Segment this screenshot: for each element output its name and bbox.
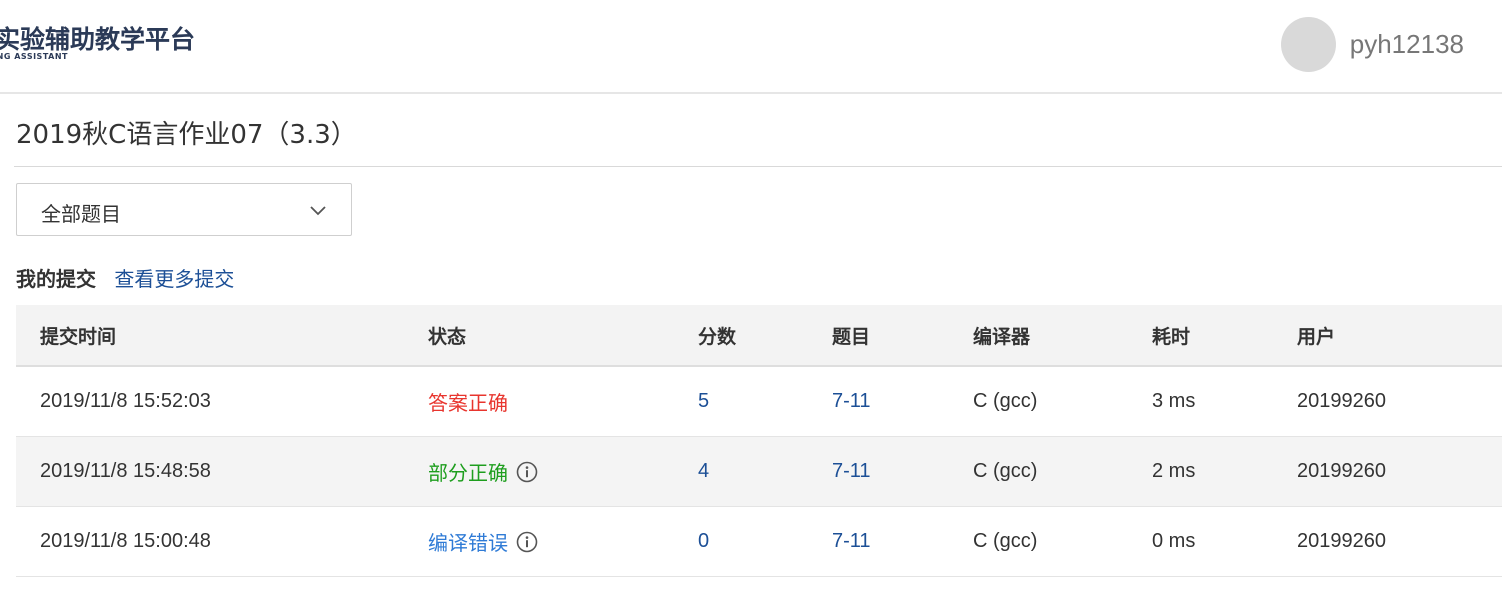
status-text[interactable]: 答案正确 <box>428 387 508 416</box>
col-header-duration: 耗时 <box>1152 325 1191 348</box>
col-header-problem: 题目 <box>832 325 871 348</box>
submission-score-link[interactable]: 0 <box>698 507 709 576</box>
table-row: 2019/11/8 15:52:03 答案正确 5 7-11 C (gcc) 3… <box>16 367 1502 437</box>
submission-time: 2019/11/8 15:00:48 <box>40 530 211 552</box>
table-row: 2019/11/8 15:48:58 部分正确 4 7-11 C (gcc) 2… <box>16 437 1502 507</box>
submissions-heading: 我的提交 查看更多提交 <box>16 263 234 292</box>
chevron-down-icon <box>310 206 326 216</box>
my-submissions-label: 我的提交 <box>16 267 96 291</box>
submissions-table: 提交时间 状态 分数 题目 编译器 耗时 用户 2019/11/8 15:52:… <box>16 305 1502 577</box>
submission-score-link[interactable]: 5 <box>698 367 709 436</box>
col-header-status: 状态 <box>428 325 467 348</box>
problem-filter-value: 全部题目 <box>41 202 121 226</box>
user-id: 20199260 <box>1297 390 1386 412</box>
top-bar: 类实验辅助教学平台 HING ASSISTANT pyh12138 <box>0 0 1502 94</box>
duration: 2 ms <box>1152 460 1196 482</box>
user-id: 20199260 <box>1297 460 1386 482</box>
user-id: 20199260 <box>1297 530 1386 552</box>
problem-link[interactable]: 7-11 <box>832 367 871 436</box>
submission-time: 2019/11/8 15:48:58 <box>40 460 211 482</box>
page-title: 2019秋C语言作业07（3.3） <box>16 120 357 150</box>
submission-time: 2019/11/8 15:52:03 <box>40 390 211 412</box>
submission-status[interactable]: 部分正确 <box>428 437 538 506</box>
col-header-score: 分数 <box>698 325 737 348</box>
duration: 3 ms <box>1152 390 1196 412</box>
table-row: 2019/11/8 15:00:48 编译错误 0 7-11 C (gcc) 0… <box>16 507 1502 577</box>
platform-logo[interactable]: 类实验辅助教学平台 HING ASSISTANT <box>0 18 220 68</box>
col-header-compiler: 编译器 <box>973 325 1031 348</box>
username[interactable]: pyh12138 <box>1350 29 1464 60</box>
submission-status[interactable]: 答案正确 <box>428 367 508 436</box>
problem-link[interactable]: 7-11 <box>832 437 871 506</box>
compiler: C (gcc) <box>973 530 1038 552</box>
col-header-time: 提交时间 <box>40 325 117 348</box>
title-divider <box>14 166 1502 167</box>
duration: 0 ms <box>1152 530 1196 552</box>
logo-title: 类实验辅助教学平台 <box>0 25 196 54</box>
submission-score-link[interactable]: 4 <box>698 437 709 506</box>
compiler: C (gcc) <box>973 390 1038 412</box>
compiler: C (gcc) <box>973 460 1038 482</box>
user-menu[interactable]: pyh12138 <box>1280 16 1464 72</box>
more-submissions-link[interactable]: 查看更多提交 <box>114 267 234 291</box>
submission-status[interactable]: 编译错误 <box>428 507 538 576</box>
problem-link[interactable]: 7-11 <box>832 507 871 576</box>
status-text[interactable]: 部分正确 <box>428 457 508 486</box>
avatar[interactable] <box>1280 16 1336 72</box>
table-header: 提交时间 状态 分数 题目 编译器 耗时 用户 <box>16 305 1502 367</box>
logo-subtitle: HING ASSISTANT <box>0 52 68 61</box>
info-icon[interactable] <box>516 461 538 483</box>
status-text[interactable]: 编译错误 <box>428 527 508 556</box>
problem-filter-select[interactable]: 全部题目 <box>16 183 352 236</box>
info-icon[interactable] <box>516 531 538 553</box>
col-header-user: 用户 <box>1297 325 1336 348</box>
